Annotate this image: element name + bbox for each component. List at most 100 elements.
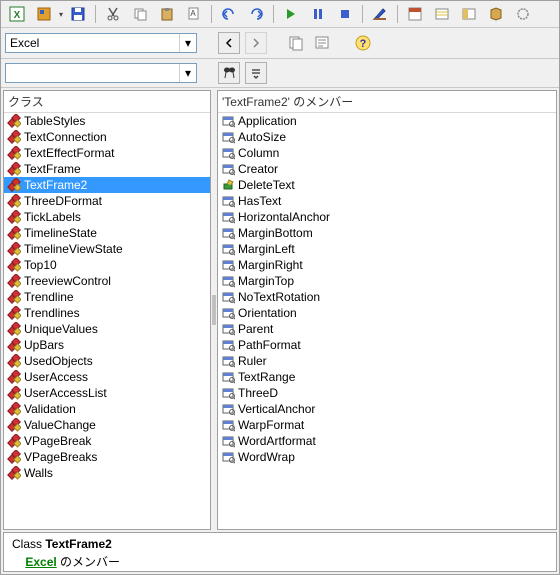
class-item[interactable]: UsedObjects [4, 353, 210, 369]
property-icon [220, 402, 236, 416]
member-item-label: WordWrap [238, 450, 295, 464]
class-item[interactable]: TextConnection [4, 129, 210, 145]
member-item[interactable]: Column [218, 145, 556, 161]
member-item[interactable]: HorizontalAnchor [218, 209, 556, 225]
library-toolbar: Excel ▾ ? [1, 28, 559, 59]
undo-icon[interactable] [217, 2, 241, 26]
pause-icon[interactable] [306, 2, 330, 26]
separator [95, 5, 96, 23]
classes-list[interactable]: TableStylesTextConnectionTextEffectForma… [4, 113, 210, 529]
member-item[interactable]: MarginRight [218, 257, 556, 273]
redo-icon[interactable] [244, 2, 268, 26]
design-mode-icon[interactable] [368, 2, 392, 26]
class-item[interactable]: UserAccess [4, 369, 210, 385]
members-pane: 'TextFrame2' のメンバー ApplicationAutoSizeCo… [217, 90, 557, 530]
project-explorer-icon[interactable] [403, 2, 427, 26]
chevron-down-icon[interactable]: ▾ [179, 64, 196, 82]
run-icon[interactable] [279, 2, 303, 26]
dropdown-arrow-icon[interactable]: ▾ [59, 10, 63, 19]
misc-icon[interactable] [511, 2, 535, 26]
member-item-label: Application [238, 114, 297, 128]
search-button[interactable] [218, 62, 240, 84]
class-item[interactable]: Validation [4, 401, 210, 417]
class-item-label: TreeviewControl [24, 274, 111, 288]
member-item-label: WarpFormat [238, 418, 304, 432]
view-definition-icon[interactable] [311, 31, 335, 55]
class-item[interactable]: Top10 [4, 257, 210, 273]
member-item[interactable]: Orientation [218, 305, 556, 321]
properties-icon[interactable] [430, 2, 454, 26]
class-item[interactable]: UserAccessList [4, 385, 210, 401]
class-item[interactable]: TableStyles [4, 113, 210, 129]
info-library-link[interactable]: Excel [25, 555, 56, 569]
member-item[interactable]: PathFormat [218, 337, 556, 353]
member-item[interactable]: Parent [218, 321, 556, 337]
copy-icon[interactable] [128, 2, 152, 26]
excel-icon[interactable]: X [5, 2, 29, 26]
property-icon [220, 386, 236, 400]
member-item[interactable]: Ruler [218, 353, 556, 369]
member-item[interactable]: DeleteText [218, 177, 556, 193]
class-item[interactable]: TextFrame [4, 161, 210, 177]
member-item[interactable]: NoTextRotation [218, 289, 556, 305]
find-icon[interactable]: A [182, 2, 206, 26]
class-item[interactable]: Walls [4, 465, 210, 481]
project-icon[interactable] [32, 2, 56, 26]
class-item[interactable]: VPageBreaks [4, 449, 210, 465]
cut-icon[interactable] [101, 2, 125, 26]
member-item[interactable]: MarginTop [218, 273, 556, 289]
class-item[interactable]: UniqueValues [4, 321, 210, 337]
class-item-label: TimelineState [24, 226, 97, 240]
member-item[interactable]: AutoSize [218, 129, 556, 145]
class-item-label: Trendlines [24, 306, 80, 320]
property-icon [220, 130, 236, 144]
property-icon [220, 258, 236, 272]
back-button[interactable] [218, 32, 240, 54]
class-item[interactable]: VPageBreak [4, 433, 210, 449]
copy-to-clipboard-icon[interactable] [284, 31, 308, 55]
class-icon [6, 402, 22, 416]
class-item-label: TickLabels [24, 210, 81, 224]
member-item[interactable]: TextRange [218, 369, 556, 385]
class-item-label: Walls [24, 466, 53, 480]
class-item[interactable]: TextEffectFormat [4, 145, 210, 161]
class-item[interactable]: TimelineState [4, 225, 210, 241]
member-item[interactable]: Creator [218, 161, 556, 177]
class-item[interactable]: ThreeDFormat [4, 193, 210, 209]
chevron-down-icon[interactable]: ▾ [179, 34, 196, 52]
help-icon[interactable]: ? [351, 31, 375, 55]
members-list[interactable]: ApplicationAutoSizeColumnCreatorDeleteTe… [218, 113, 556, 529]
member-item[interactable]: WarpFormat [218, 417, 556, 433]
class-icon [6, 386, 22, 400]
search-combo[interactable]: ▾ [5, 63, 197, 83]
object-browser-icon[interactable] [457, 2, 481, 26]
class-item[interactable]: TimelineViewState [4, 241, 210, 257]
library-combo[interactable]: Excel ▾ [5, 33, 197, 53]
method-icon [220, 178, 236, 192]
member-item[interactable]: WordArtformat [218, 433, 556, 449]
show-search-results-button[interactable] [245, 62, 267, 84]
class-item[interactable]: TickLabels [4, 209, 210, 225]
member-item[interactable]: HasText [218, 193, 556, 209]
class-item[interactable]: Trendline [4, 289, 210, 305]
toolbox-icon[interactable] [484, 2, 508, 26]
class-item[interactable]: TextFrame2 [4, 177, 210, 193]
class-item[interactable]: UpBars [4, 337, 210, 353]
member-item[interactable]: MarginLeft [218, 241, 556, 257]
member-item[interactable]: WordWrap [218, 449, 556, 465]
info-line2: Excel のメンバー [12, 553, 548, 570]
member-item[interactable]: MarginBottom [218, 225, 556, 241]
member-item[interactable]: Application [218, 113, 556, 129]
paste-icon[interactable] [155, 2, 179, 26]
class-item-label: UniqueValues [24, 322, 98, 336]
reset-icon[interactable] [333, 2, 357, 26]
class-icon [6, 226, 22, 240]
save-icon[interactable] [66, 2, 90, 26]
class-icon [6, 306, 22, 320]
class-item[interactable]: Trendlines [4, 305, 210, 321]
class-item[interactable]: TreeviewControl [4, 273, 210, 289]
member-item[interactable]: ThreeD [218, 385, 556, 401]
class-item[interactable]: ValueChange [4, 417, 210, 433]
property-icon [220, 306, 236, 320]
member-item[interactable]: VerticalAnchor [218, 401, 556, 417]
